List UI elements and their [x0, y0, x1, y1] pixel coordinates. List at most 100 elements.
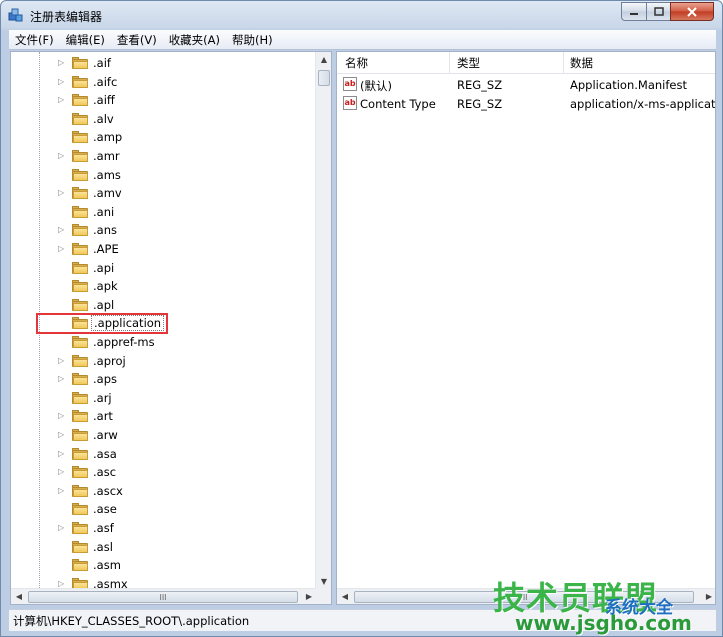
tree-item-label: .art: [93, 409, 113, 424]
folder-icon: [72, 261, 88, 274]
tree-vscroll-thumb[interactable]: [318, 70, 330, 86]
tree-item[interactable]: ▷ .arw: [11, 426, 317, 444]
column-separator[interactable]: [449, 52, 450, 74]
tree-item[interactable]: .amp: [11, 128, 317, 146]
expand-arrow-icon[interactable]: ▷: [58, 77, 64, 87]
tree-item[interactable]: .ase: [11, 500, 317, 518]
menu-view[interactable]: 查看(V): [111, 32, 163, 48]
folder-icon: [72, 94, 88, 107]
value-type: REG_SZ: [457, 78, 503, 92]
expand-arrow-icon[interactable]: ▷: [58, 486, 64, 496]
folder-icon: [72, 150, 88, 162]
folder-icon: [72, 373, 88, 386]
expand-arrow-icon[interactable]: ▷: [58, 151, 64, 161]
tree-item[interactable]: ▷ .ans: [11, 221, 317, 239]
folder-icon: [72, 205, 88, 218]
tree-item[interactable]: .appref-ms: [11, 333, 317, 351]
folder-icon: [72, 540, 88, 553]
tree-item[interactable]: ▷ .asa: [11, 445, 317, 463]
expand-arrow-icon[interactable]: ▷: [58, 411, 64, 421]
tree-item[interactable]: .asl: [11, 538, 317, 556]
tree-item[interactable]: ▷ .aiff: [11, 91, 317, 109]
watermark-url: www.jsgho.com: [515, 611, 692, 635]
scroll-left-arrow-icon[interactable]: ◀: [11, 589, 27, 604]
column-data-header[interactable]: 数据: [570, 55, 593, 71]
tree-item-label: .aiff: [93, 93, 115, 108]
menu-favorites[interactable]: 收藏夹(A): [163, 32, 226, 48]
folder-icon: [72, 410, 88, 423]
menu-file[interactable]: 文件(F): [9, 32, 60, 48]
tree-item[interactable]: ▷ .aifc: [11, 73, 317, 91]
tree-item[interactable]: .arj: [11, 389, 317, 407]
minimize-button[interactable]: [621, 2, 647, 21]
tree-item[interactable]: .ams: [11, 166, 317, 184]
scroll-corner: [315, 588, 331, 604]
tree-vertical-scrollbar[interactable]: ▲ ▼: [315, 52, 331, 590]
tree-item-label: .aproj: [93, 353, 126, 368]
expand-arrow-icon[interactable]: ▷: [58, 58, 64, 68]
expand-arrow-icon[interactable]: ▷: [58, 374, 64, 384]
tree-item[interactable]: ▷ .asc: [11, 463, 317, 481]
folder-icon: [72, 75, 88, 88]
close-button[interactable]: [670, 2, 714, 21]
value-data: Application.Manifest: [570, 78, 687, 92]
value-data: application/x-ms-applicatio: [570, 97, 716, 111]
column-name-header[interactable]: 名称: [345, 55, 368, 71]
site-watermark: 技术员联盟 系统大全 www.jsgho.com: [493, 573, 721, 635]
tree-item[interactable]: ▷ .aproj: [11, 352, 317, 370]
expand-arrow-icon[interactable]: ▷: [58, 244, 64, 254]
value-row[interactable]: ab Content Type REG_SZ application/x-ms-…: [337, 94, 715, 113]
column-type-header[interactable]: 类型: [457, 55, 480, 71]
scroll-left-arrow-icon[interactable]: ◀: [337, 589, 353, 604]
expand-arrow-icon[interactable]: ▷: [58, 225, 64, 235]
folder-icon: [72, 447, 88, 460]
title-bar[interactable]: 注册表编辑器: [1, 1, 722, 29]
tree-item-label: .arw: [93, 428, 118, 442]
tree-item[interactable]: .alv: [11, 110, 317, 128]
tree-item-label: .ascx: [93, 483, 123, 498]
tree-horizontal-scrollbar[interactable]: ◀ III ▶: [11, 588, 317, 604]
column-separator[interactable]: [563, 52, 564, 74]
tree-item[interactable]: ▷ .APE: [11, 240, 317, 258]
tree-hscroll-thumb[interactable]: III: [28, 591, 298, 603]
minimize-icon: [630, 12, 638, 15]
tree-item-label: .appref-ms: [93, 335, 155, 349]
tree-item[interactable]: ▷ .asf: [11, 519, 317, 537]
tree-item[interactable]: ▷ .art: [11, 407, 317, 425]
folder-icon: [72, 466, 88, 479]
expand-arrow-icon[interactable]: ▷: [58, 430, 64, 440]
tree-item[interactable]: ▷ .ascx: [11, 482, 317, 500]
tree-item-label: .ani: [93, 204, 115, 219]
tree-item[interactable]: .asm: [11, 556, 317, 574]
string-value-icon: ab: [343, 77, 357, 91]
expand-arrow-icon[interactable]: ▷: [58, 523, 64, 533]
maximize-button[interactable]: [646, 2, 671, 21]
value-list-pane: 名称 类型 数据 ab (默认) REG_SZ Application.Mani…: [336, 51, 716, 605]
tree-item-label: .asc: [93, 465, 117, 480]
value-name: (默认): [360, 79, 392, 93]
tree-item-label: .ase: [93, 502, 117, 517]
tree-item[interactable]: .ani: [11, 203, 317, 221]
menu-help[interactable]: 帮助(H): [226, 32, 279, 48]
registry-editor-app-icon: [8, 8, 23, 22]
tree-item[interactable]: ▷ .aif: [11, 54, 317, 72]
expand-arrow-icon[interactable]: ▷: [58, 188, 64, 198]
tree-item[interactable]: .apl: [11, 296, 317, 314]
tree-item-label: .asl: [93, 539, 113, 554]
expand-arrow-icon[interactable]: ▷: [58, 467, 64, 477]
folder-icon: [72, 243, 88, 255]
tree-item[interactable]: ▷ .amr: [11, 147, 317, 165]
tree-item[interactable]: .api: [11, 259, 317, 277]
expand-arrow-icon[interactable]: ▷: [58, 449, 64, 459]
folder-icon: [72, 298, 88, 311]
expand-arrow-icon[interactable]: ▷: [58, 356, 64, 366]
tree-item[interactable]: ▷ .amv: [11, 184, 317, 202]
key-tree: ▷ .aif ▷ .aifc ▷ .aiff .alv .amp ▷ .amr .ams ▷ .amv.…: [11, 52, 317, 590]
expand-arrow-icon[interactable]: ▷: [58, 95, 64, 105]
tree-item[interactable]: ▷ .aps: [11, 370, 317, 388]
tree-item[interactable]: .apk: [11, 277, 317, 295]
value-row[interactable]: ab (默认) REG_SZ Application.Manifest: [337, 75, 715, 94]
scroll-up-arrow-icon[interactable]: ▲: [316, 52, 331, 68]
menu-edit[interactable]: 编辑(E): [60, 32, 111, 48]
tree-item[interactable]: .application: [11, 314, 317, 332]
